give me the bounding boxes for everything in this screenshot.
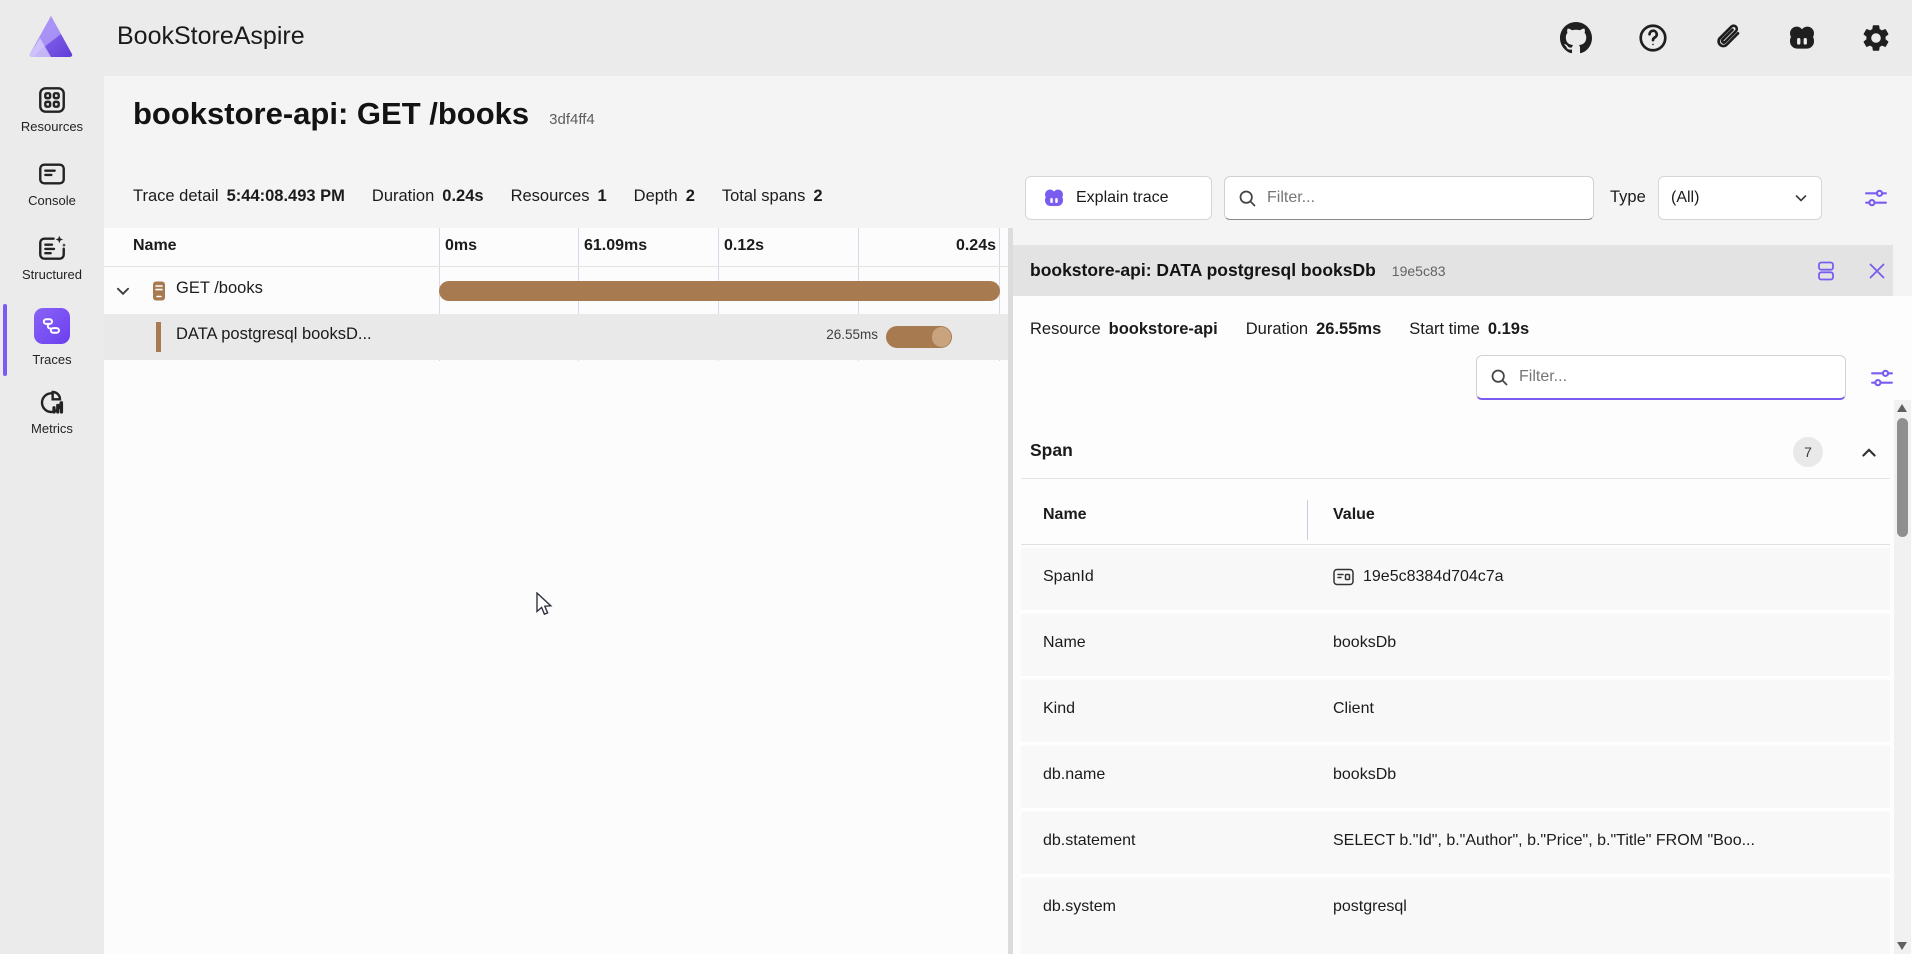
traces-gantt-icon [34,308,70,344]
span-detail-header: bookstore-api: DATA postgresql booksDb 1… [1013,245,1893,296]
timeline-header: Name 0ms 61.09ms 0.12s 0.24s [104,228,1008,267]
trace-waterfall-pane: Name 0ms 61.09ms 0.12s 0.24s GET /books … [104,228,1008,954]
span-code: 19e5c83 [1392,263,1446,279]
tick-2: 0.12s [724,237,764,255]
tick-1: 61.09ms [584,237,647,255]
page-title: bookstore-api: GET /books3df4ff4 [133,96,595,132]
span-color-marker [156,322,161,352]
attr-value-header: Value [1333,506,1375,524]
attributes-table-header: Name Value [1021,492,1890,545]
table-row[interactable]: Name booksDb [1021,614,1890,678]
chevron-down-icon [1793,190,1809,206]
chevron-up-icon[interactable] [1859,443,1879,463]
trace-filter-input[interactable] [1224,176,1594,220]
chevron-down-icon[interactable] [114,282,132,300]
sidebar-item-label: Traces [0,352,104,367]
span-row-data-postgresql[interactable]: DATA postgresql booksD... 26.55ms [104,314,1008,360]
search-icon [1237,188,1258,209]
panel-scrollbar[interactable] [1894,400,1911,954]
close-icon[interactable] [1865,259,1889,283]
sidebar-item-label: Metrics [0,421,104,436]
aspire-logo-icon [26,12,76,62]
span-row-get-books[interactable]: GET /books [104,268,1008,314]
app-title: BookStoreAspire [117,22,305,51]
sidebar-item-label: Resources [0,119,104,134]
copilot-icon [1042,186,1066,210]
copilot-icon[interactable] [1786,22,1818,54]
metrics-chart-icon [36,386,68,418]
attach-icon[interactable] [1712,22,1744,54]
sidebar-item-console[interactable]: Console [0,158,104,226]
tick-0: 0ms [445,237,477,255]
help-icon[interactable] [1637,22,1669,54]
table-row[interactable]: SpanId 19e5c8384d704c7a [1021,548,1890,612]
search-icon [1489,367,1510,388]
github-icon[interactable] [1560,22,1592,54]
split-view-icon[interactable] [1814,259,1838,283]
scroll-thumb[interactable] [1897,418,1908,537]
active-indicator [3,304,7,376]
sidebar-item-label: Structured [0,267,104,282]
table-row[interactable]: db.statement SELECT b."Id", b."Author", … [1021,812,1890,876]
span-id-card-icon [1333,568,1354,586]
sidebar: Resources Console Structured Traces [0,76,104,954]
explain-trace-button[interactable]: Explain trace [1025,176,1212,220]
structured-logs-icon [36,232,68,264]
span-info-row: Resourcebookstore-api Duration26.55ms St… [1030,320,1529,339]
scroll-down-arrow[interactable] [1897,942,1907,950]
span-section-header[interactable]: Span 7 [1021,428,1890,478]
span-count-badge: 7 [1793,437,1823,467]
sidebar-item-label: Console [0,193,104,208]
name-column-header: Name [133,237,177,255]
type-label: Type [1610,188,1646,207]
resource-icon [152,281,166,301]
resources-grid-icon [36,84,68,116]
trace-summary: Trace detail5:44:08.493 PM Duration0.24s… [133,187,823,206]
type-select-value: (All) [1671,189,1699,207]
sidebar-item-traces[interactable]: Traces [0,308,104,376]
table-row[interactable]: db.system postgresql [1021,878,1890,954]
sidebar-item-metrics[interactable]: Metrics [0,386,104,454]
table-row[interactable]: db.name booksDb [1021,746,1890,810]
span-detail-body: Resourcebookstore-api Duration26.55ms St… [1013,296,1912,954]
span-section-title: Span [1030,440,1073,461]
span-bar-data-postgresql[interactable] [886,326,952,348]
section-divider [1021,478,1890,479]
trace-code: 3df4ff4 [549,111,595,128]
app-header: BookStoreAspire [0,0,1912,76]
search-input[interactable] [1267,189,1593,207]
settings-icon[interactable] [1860,22,1892,54]
span-name: GET /books [176,279,263,298]
search-input[interactable] [1519,368,1845,386]
tick-3: 0.24s [904,237,996,255]
scroll-up-arrow[interactable] [1897,404,1907,412]
explain-trace-label: Explain trace [1076,189,1169,207]
table-row[interactable]: Kind Client [1021,680,1890,744]
sidebar-item-resources[interactable]: Resources [0,84,104,152]
mouse-cursor [533,592,555,618]
attr-name-header: Name [1043,506,1087,524]
span-bar-get-books[interactable] [439,281,1000,301]
span-detail-title: bookstore-api: DATA postgresql booksDb [1030,260,1376,281]
span-name: DATA postgresql booksD... [176,325,372,344]
span-filter-input[interactable] [1476,355,1846,400]
type-select[interactable]: (All) [1658,176,1822,220]
console-icon [36,158,68,190]
timeline-track [439,268,1000,314]
timeline-track [439,314,1000,360]
timeline-options-icon[interactable] [1862,184,1890,212]
span-options-icon[interactable] [1868,364,1896,392]
column-separator [1307,500,1308,540]
sidebar-item-structured[interactable]: Structured [0,232,104,300]
bar-highlight-cap [932,327,951,347]
